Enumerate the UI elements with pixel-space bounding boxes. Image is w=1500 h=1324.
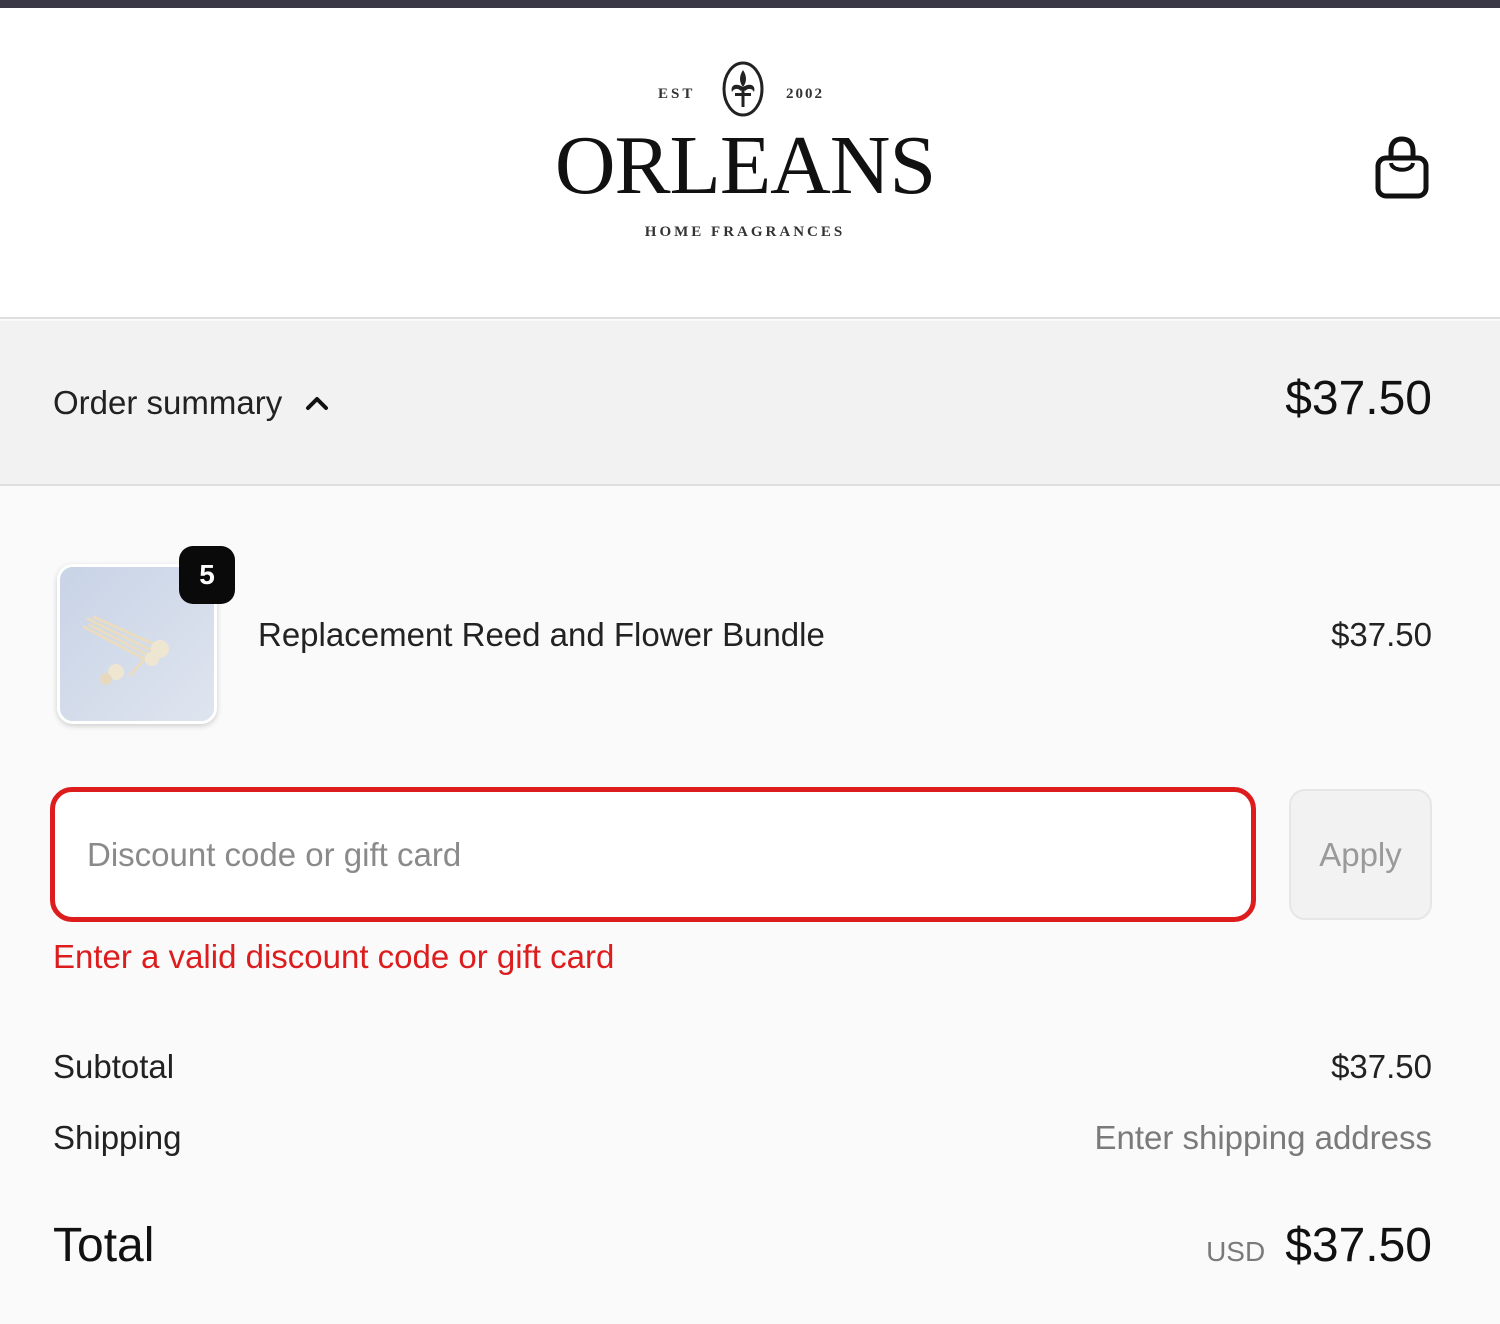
apply-discount-button[interactable]: Apply <box>1289 789 1432 920</box>
shopping-bag-icon <box>1375 136 1429 199</box>
logo-wordmark: ORLEANS <box>554 119 936 212</box>
order-summary-label: Order summary <box>53 384 283 421</box>
discount-error-message: Enter a valid discount code or gift card <box>53 938 615 975</box>
cart-line-item: 5 Replacement Reed and Flower Bundle $37… <box>53 546 1432 730</box>
order-summary-total: $37.50 <box>1285 372 1432 425</box>
shipping-value: Enter shipping address <box>1094 1119 1432 1156</box>
checkout-header: EST 2002 ORLEANS HOME FRAGRANCES <box>0 8 1500 319</box>
logo-tagline: HOME FRAGRANCES <box>644 224 846 240</box>
product-name: Replacement Reed and Flower Bundle <box>258 616 825 653</box>
order-summary-bar: Order summary $37.50 <box>0 321 1500 486</box>
logo-top-row: EST 2002 <box>520 60 970 120</box>
currency-code: USD <box>1206 1236 1266 1267</box>
product-price: $37.50 <box>1331 616 1432 653</box>
subtotal-label: Subtotal <box>53 1048 175 1085</box>
cart-button[interactable] <box>1374 136 1432 200</box>
shipping-label: Shipping <box>53 1119 182 1156</box>
top-accent-bar <box>0 0 1500 8</box>
total-amount: USD $37.50 <box>1206 1218 1432 1273</box>
total-value: $37.50 <box>1285 1219 1432 1272</box>
brand-logo[interactable]: EST 2002 ORLEANS HOME FRAGRANCES <box>520 58 970 258</box>
order-summary-toggle[interactable]: Order summary <box>53 381 330 425</box>
chevron-up-icon <box>306 397 329 410</box>
total-label: Total <box>53 1219 155 1272</box>
fleur-de-lis-icon <box>722 61 764 117</box>
subtotal-value: $37.50 <box>1331 1048 1432 1085</box>
logo-est-label: EST <box>658 86 696 102</box>
quantity-badge: 5 <box>179 546 235 604</box>
logo-year: 2002 <box>786 86 824 102</box>
discount-code-input[interactable] <box>50 787 1256 922</box>
